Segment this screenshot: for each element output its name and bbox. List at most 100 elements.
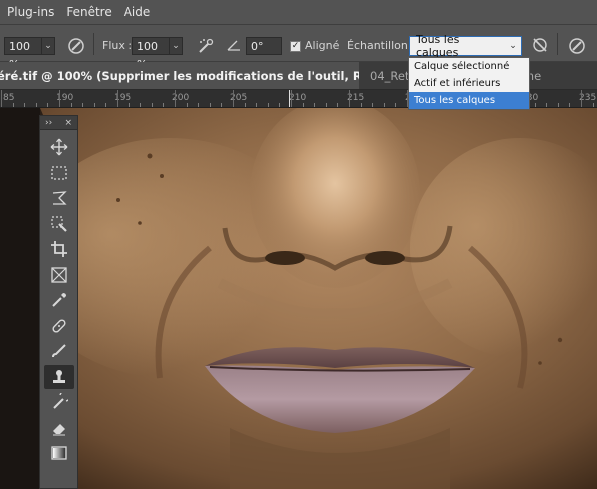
ruler-tick <box>12 103 14 107</box>
ruler-tick <box>105 103 107 107</box>
ruler-tick <box>163 103 165 107</box>
menu-window[interactable]: Fenêtre <box>60 5 117 19</box>
ruler-tick <box>581 90 582 107</box>
ruler-tick <box>372 103 374 107</box>
ruler-tick <box>267 103 269 107</box>
eraser-tool-button[interactable] <box>44 416 74 440</box>
ruler-tick <box>557 103 559 107</box>
history-brush-tool-button[interactable] <box>44 390 74 414</box>
tool-list <box>40 130 77 465</box>
ruler-tick <box>302 103 304 107</box>
ruler-tick <box>291 90 292 107</box>
opacity-dropdown-arrow[interactable]: ⌄ <box>41 37 55 55</box>
frame-tool-icon <box>50 266 67 283</box>
brush-tool-button[interactable] <box>44 339 74 363</box>
ruler-tick <box>209 103 211 107</box>
tools-panel: ›› × <box>39 115 78 489</box>
document-canvas[interactable] <box>0 108 597 489</box>
clone-stamp-tool-button[interactable] <box>43 364 74 389</box>
sample-select[interactable]: Tous les calques ⌄ <box>409 33 522 59</box>
ruler-tick <box>117 90 118 107</box>
ruler-tick <box>325 103 327 107</box>
ruler-tick <box>569 103 571 107</box>
lasso-tool-icon <box>52 191 67 205</box>
aligned-checkbox[interactable]: ✓ <box>290 41 301 52</box>
ruler-tick <box>383 103 385 107</box>
separator <box>93 33 94 55</box>
menu-plugins[interactable]: Plug-ins <box>0 5 60 19</box>
ignore-adjustment-layers-button[interactable] <box>531 36 549 57</box>
marquee-tool-button[interactable] <box>44 161 74 185</box>
move-tool-button[interactable] <box>44 135 74 159</box>
quick-selection-tool-button[interactable] <box>44 212 74 236</box>
ruler-tick <box>59 90 60 107</box>
lasso-tool-button[interactable] <box>44 186 74 210</box>
expand-panel-icon[interactable]: ›› <box>45 118 52 128</box>
ruler-tick <box>314 103 316 107</box>
ruler-tick <box>186 103 188 107</box>
crop-tool-button[interactable] <box>44 237 74 261</box>
ruler-tick <box>534 103 536 107</box>
ruler-tick <box>279 103 281 107</box>
ruler-tick <box>256 103 258 107</box>
marquee-tool-icon <box>50 165 67 180</box>
history-brush-tool-icon <box>52 393 68 409</box>
flux-field[interactable]: 100 % <box>132 37 170 71</box>
chevron-down-icon: ⌄ <box>509 41 517 51</box>
pressure-opacity-button[interactable] <box>66 36 86 59</box>
opacity-field[interactable]: 100 % <box>4 37 42 71</box>
pressure-opacity-icon <box>68 38 84 54</box>
gradient-tool-icon <box>50 446 67 460</box>
pressure-size-button[interactable] <box>567 36 587 59</box>
ruler-tick <box>395 103 397 107</box>
ruler-label: 85 <box>3 93 15 103</box>
aligned-label: Aligné <box>305 39 340 52</box>
ruler-tick <box>128 103 130 107</box>
eyedropper-tool-icon <box>51 293 66 307</box>
checkmark-icon: ✓ <box>291 41 300 51</box>
menu-help[interactable]: Aide <box>118 5 157 19</box>
pressure-size-icon <box>569 38 585 54</box>
airbrush-button[interactable] <box>196 36 216 59</box>
chevron-down-icon: ⌄ <box>172 41 180 51</box>
frame-tool-button[interactable] <box>44 263 74 287</box>
sample-label: Échantillon : <box>347 39 416 52</box>
face-photo <box>0 108 597 489</box>
move-tool-icon <box>50 138 67 156</box>
healing-brush-tool-icon <box>51 318 66 333</box>
tab-active-document[interactable]: éré.tif @ 100% (Supprimer les modificati… <box>0 62 359 89</box>
eraser-tool-icon <box>52 423 65 435</box>
ruler-tick <box>140 103 142 107</box>
ruler-tick <box>82 103 84 107</box>
tools-panel-header[interactable]: ›› × <box>40 116 77 130</box>
ruler-tick <box>35 103 37 107</box>
clone-stamp-tool-icon <box>52 369 65 383</box>
sample-option-selected-layer[interactable]: Calque sélectionné <box>409 58 529 75</box>
healing-brush-tool-button[interactable] <box>44 314 74 338</box>
separator <box>557 33 558 55</box>
angle-icon <box>226 37 242 56</box>
tab-title: éré.tif @ 100% (Supprimer les modificati… <box>0 69 359 83</box>
gradient-tool-button[interactable] <box>44 441 74 465</box>
ruler-tick <box>244 103 246 107</box>
ruler-tick <box>233 90 234 107</box>
angle-field[interactable]: 0° <box>246 37 282 55</box>
flux-dropdown-arrow[interactable]: ⌄ <box>169 37 183 55</box>
ruler-tick <box>70 103 72 107</box>
eyedropper-tool-button[interactable] <box>44 288 74 312</box>
ruler-tick <box>337 103 339 107</box>
sample-option-current-and-below[interactable]: Actif et inférieurs <box>409 75 529 92</box>
quick-selection-tool-icon <box>50 215 67 232</box>
chevron-down-icon: ⌄ <box>44 41 52 51</box>
ruler-tick <box>47 103 49 107</box>
sample-option-all-layers[interactable]: Tous les calques <box>409 92 529 109</box>
sample-dropdown-list: Calque sélectionné Actif et inférieurs T… <box>408 57 530 110</box>
flux-label: Flux : <box>102 39 133 52</box>
ruler-tick <box>360 103 362 107</box>
crop-tool-icon <box>50 241 67 257</box>
ruler-tick <box>24 103 26 107</box>
ruler-tick <box>93 103 95 107</box>
close-icon[interactable]: × <box>64 118 72 128</box>
menu-bar: Plug-ins Fenêtre Aide <box>0 0 597 24</box>
brush-tool-icon <box>51 344 66 358</box>
